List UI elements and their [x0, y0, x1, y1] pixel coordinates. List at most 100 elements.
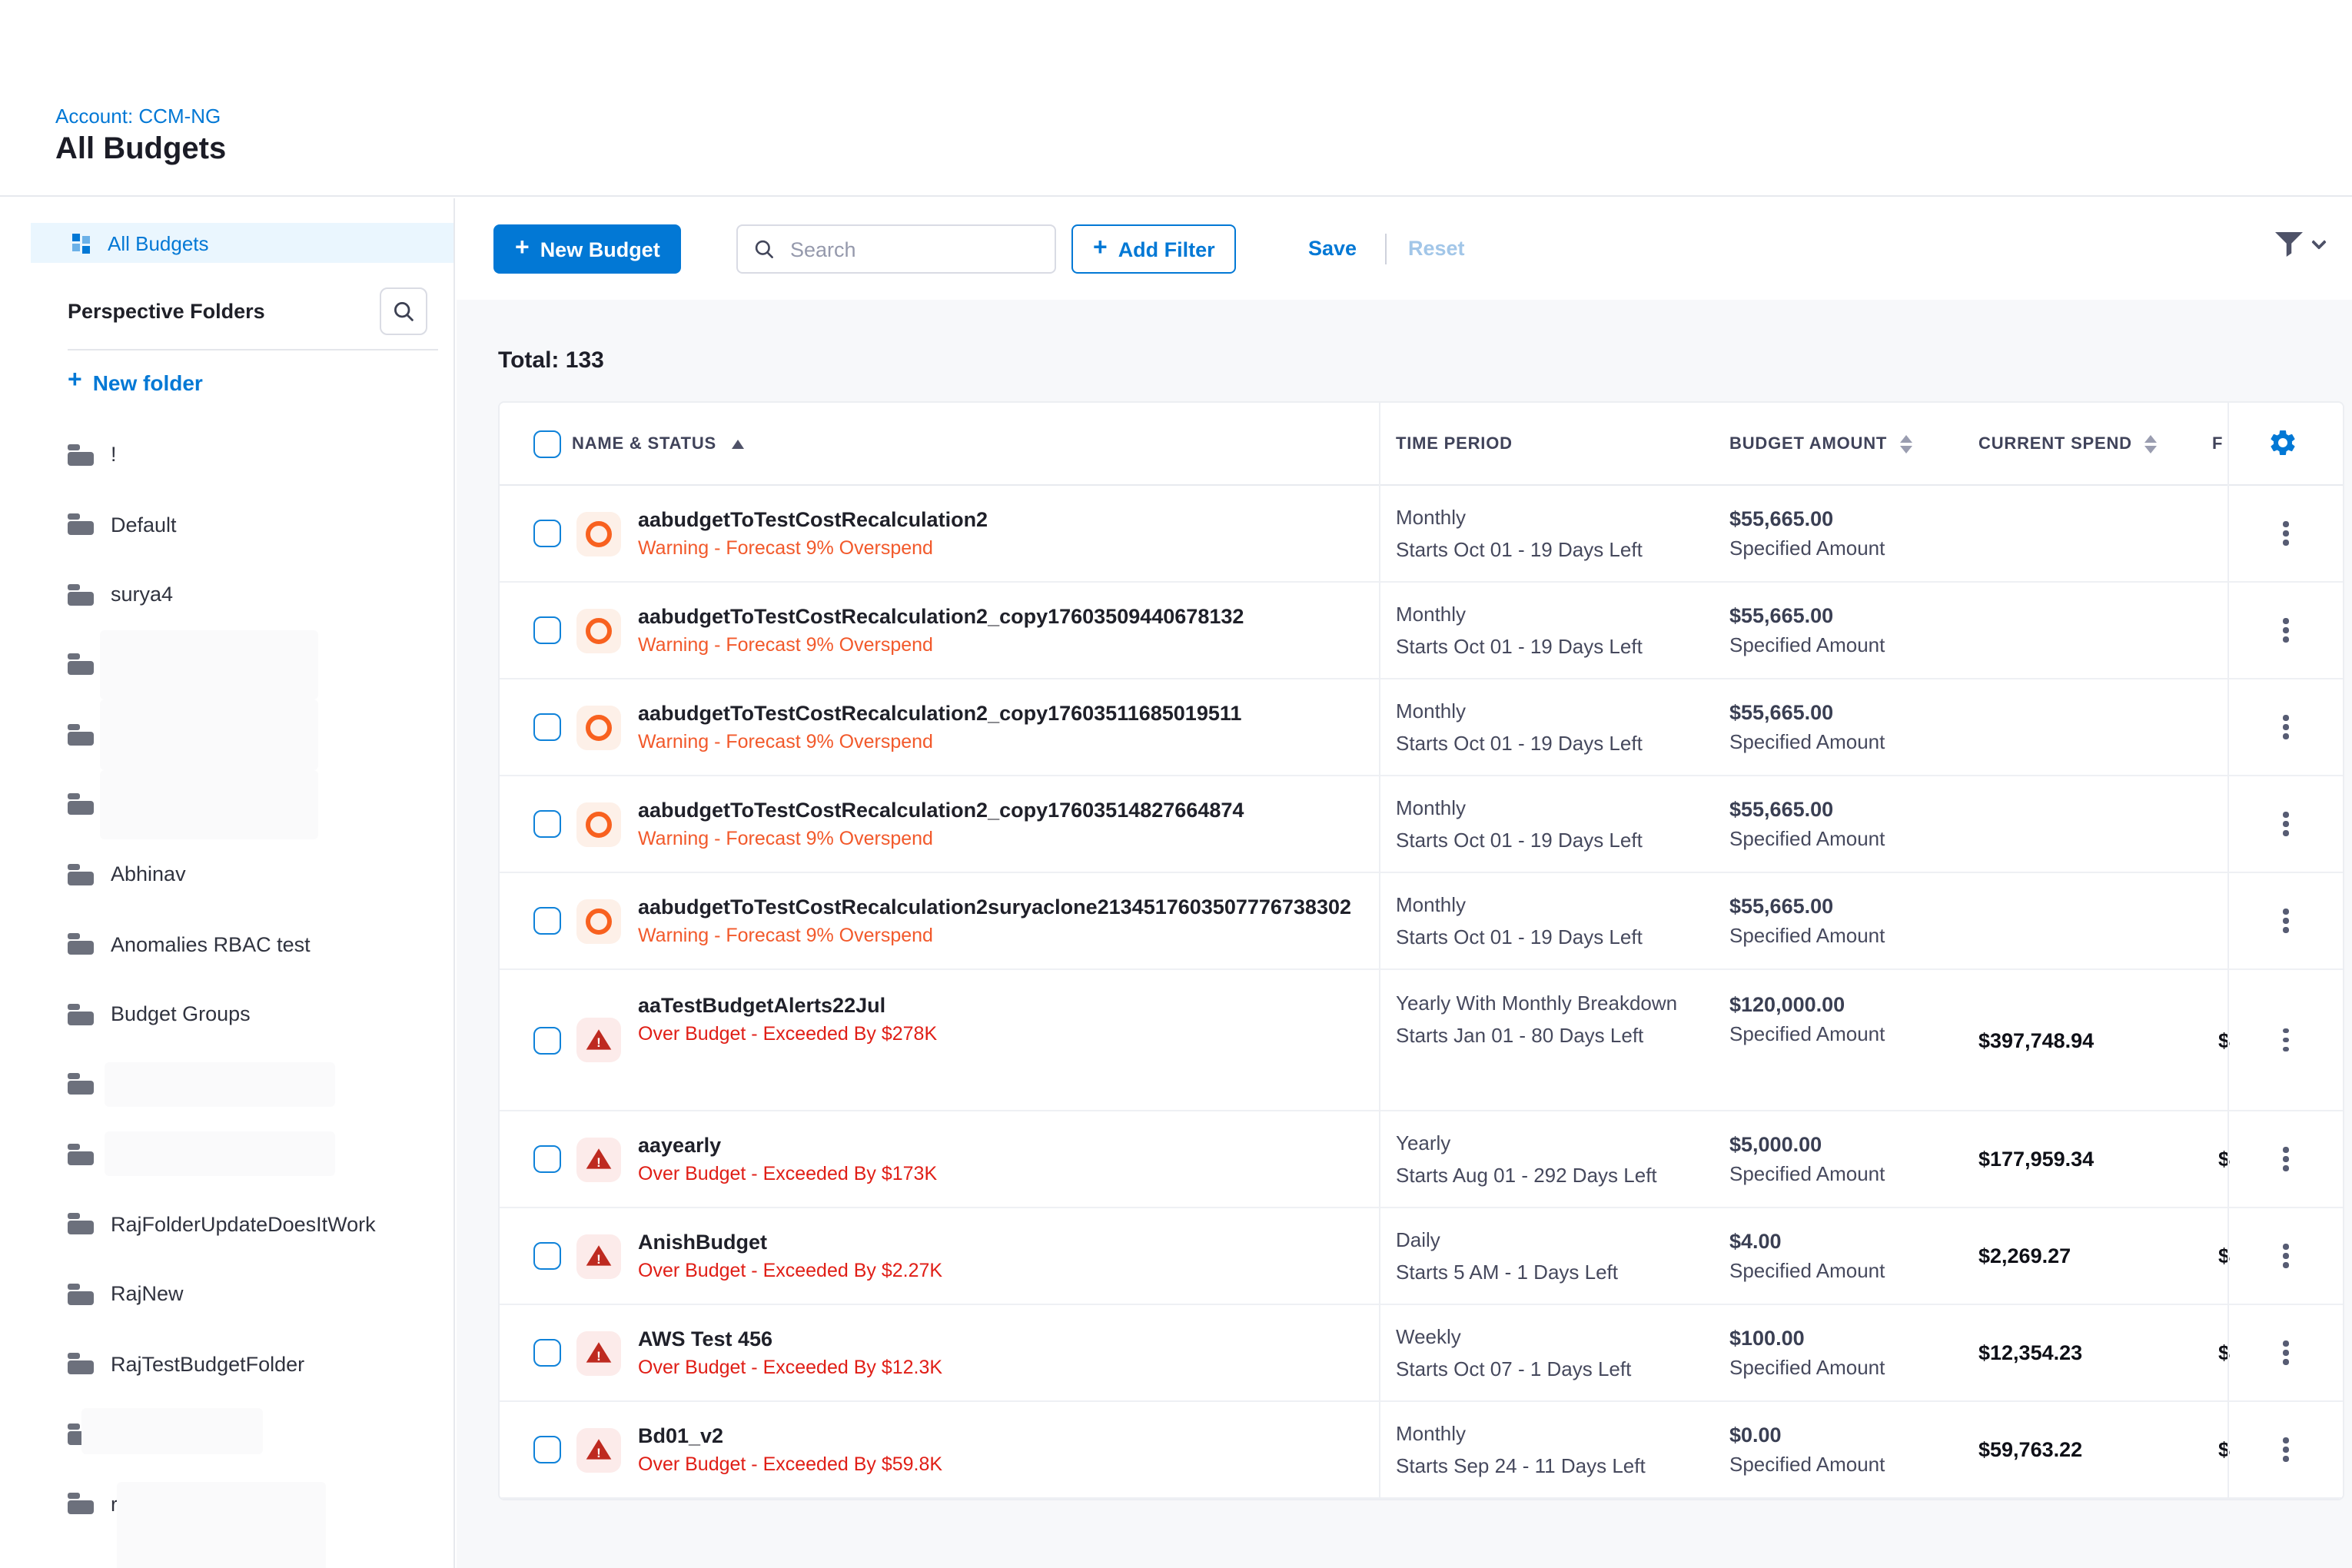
budget-status-text: Over Budget - Exceeded By $59.8K: [638, 1453, 942, 1475]
sidebar-folder-item[interactable]: RajFolderUpdateDoesItWork: [0, 1189, 452, 1259]
budget-status-text: Over Budget - Exceeded By $2.27K: [638, 1260, 942, 1281]
sidebar-folder-item[interactable]: [0, 769, 452, 839]
sidebar-folder-item[interactable]: [0, 1119, 452, 1189]
forecast-cell-clipped: $: [2218, 1148, 2232, 1171]
budget-row[interactable]: ! Bd01_v2 Over Budget - Exceeded By $59.…: [500, 1402, 2343, 1499]
budget-name: aaTestBudgetAlerts22Jul: [638, 993, 937, 1016]
row-checkbox[interactable]: [533, 1145, 561, 1173]
time-period-cell: Monthly Starts Oct 01 - 19 Days Left: [1396, 792, 1643, 856]
save-link[interactable]: Save: [1308, 224, 1357, 274]
search-input[interactable]: [787, 236, 1055, 262]
row-checkbox[interactable]: [533, 810, 561, 838]
budget-amount-cell: $4.00 Specified Amount: [1729, 1230, 1885, 1282]
budget-row[interactable]: ! aabudgetToTestCostRecalculation2suryac…: [500, 873, 2343, 970]
sidebar-folder-item[interactable]: Default: [0, 490, 452, 560]
sidebar-folder-item[interactable]: !: [0, 420, 452, 490]
budget-type: Specified Amount: [1729, 633, 1885, 656]
row-menu-button[interactable]: [2274, 1433, 2298, 1467]
account-breadcrumb-link[interactable]: Account: CCM-NG: [55, 105, 221, 128]
period-type: Yearly: [1396, 1127, 1657, 1159]
budget-type: Specified Amount: [1729, 827, 1885, 850]
time-period-cell: Monthly Starts Oct 01 - 19 Days Left: [1396, 889, 1643, 953]
budget-row[interactable]: ! aabudgetToTestCostRecalculation2 Warni…: [500, 486, 2343, 583]
sidebar-folder-item[interactable]: [0, 1049, 452, 1119]
folder-icon: [68, 1284, 94, 1305]
content-area: Total: 133 NAME & STATUS TIME PERIOD BUD…: [457, 300, 2352, 1568]
budget-row[interactable]: ! aabudgetToTestCostRecalculation2_copy1…: [500, 679, 2343, 776]
budget-status-text: Over Budget - Exceeded By $173K: [638, 1163, 937, 1184]
row-checkbox[interactable]: [533, 713, 561, 741]
sidebar-folder-item[interactable]: [0, 699, 452, 769]
row-menu-button[interactable]: [2274, 517, 2298, 550]
select-all-checkbox[interactable]: [533, 430, 561, 458]
row-checkbox[interactable]: [533, 1436, 561, 1463]
row-menu-button[interactable]: [2274, 904, 2298, 938]
budget-name-cell: aabudgetToTestCostRecalculation2suryaclo…: [638, 895, 1351, 946]
budget-type: Specified Amount: [1729, 1453, 1885, 1476]
row-checkbox[interactable]: [533, 1026, 561, 1054]
budget-row[interactable]: ! aabudgetToTestCostRecalculation2_copy1…: [500, 776, 2343, 873]
budget-row[interactable]: ! AWS Test 456 Over Budget - Exceeded By…: [500, 1305, 2343, 1402]
time-period-cell: Yearly Starts Aug 01 - 292 Days Left: [1396, 1127, 1657, 1191]
row-menu-button[interactable]: [2274, 710, 2298, 744]
folder-icon: [68, 514, 94, 536]
sidebar-folder-item[interactable]: [0, 630, 452, 699]
add-filter-button[interactable]: + Add Filter: [1071, 224, 1237, 274]
row-menu-button[interactable]: [2274, 1023, 2298, 1057]
period-detail: Starts Oct 01 - 19 Days Left: [1396, 630, 1643, 663]
perspective-folders-heading: Perspective Folders: [68, 300, 265, 323]
row-menu-button[interactable]: [2274, 1239, 2298, 1273]
column-settings-button[interactable]: [2267, 427, 2301, 461]
folder-icon: [68, 864, 94, 885]
sidebar-folder-item[interactable]: Abhinav: [0, 839, 452, 909]
row-checkbox[interactable]: [533, 520, 561, 547]
column-header-name-status[interactable]: NAME & STATUS: [572, 403, 744, 486]
reset-link[interactable]: Reset: [1408, 224, 1465, 274]
budget-row[interactable]: ! AnishBudget Over Budget - Exceeded By …: [500, 1208, 2343, 1305]
budget-status-icon: !: [576, 899, 621, 943]
folder-icon: [68, 584, 94, 606]
budget-row[interactable]: ! aaTestBudgetAlerts22Jul Over Budget - …: [500, 970, 2343, 1111]
sidebar-folder-item[interactable]: [0, 1399, 452, 1469]
filter-menu-button[interactable]: [2275, 232, 2324, 257]
sidebar-folder-item[interactable]: surya4: [0, 560, 452, 630]
row-checkbox[interactable]: [533, 907, 561, 935]
budget-name-cell: aabudgetToTestCostRecalculation2 Warning…: [638, 508, 988, 559]
sidebar-folder-item[interactable]: Budget Groups: [0, 979, 452, 1049]
plus-icon: +: [68, 367, 82, 395]
budget-amount-cell: $55,665.00 Specified Amount: [1729, 604, 1885, 656]
row-menu-button[interactable]: [2274, 807, 2298, 841]
row-menu-button[interactable]: [2274, 613, 2298, 647]
period-type: Monthly: [1396, 889, 1643, 921]
row-checkbox[interactable]: [533, 1339, 561, 1367]
row-checkbox[interactable]: [533, 1242, 561, 1270]
budget-amount-cell: $120,000.00 Specified Amount: [1729, 992, 1885, 1045]
budget-name-cell: Bd01_v2 Over Budget - Exceeded By $59.8K: [638, 1424, 942, 1475]
new-folder-button[interactable]: + New folder: [68, 369, 203, 395]
period-detail: Starts Jan 01 - 80 Days Left: [1396, 1018, 1677, 1051]
row-checkbox[interactable]: [533, 616, 561, 644]
row-menu-button[interactable]: [2274, 1142, 2298, 1176]
warning-icon: [586, 908, 612, 934]
period-detail: Starts Sep 24 - 11 Days Left: [1396, 1450, 1646, 1482]
sidebar-folder-item[interactable]: r: [0, 1469, 452, 1539]
budget-row[interactable]: ! aabudgetToTestCostRecalculation2_copy1…: [500, 583, 2343, 679]
time-period-cell: Monthly Starts Oct 01 - 19 Days Left: [1396, 695, 1643, 759]
column-header-budget-amount[interactable]: BUDGET AMOUNT: [1729, 403, 1912, 486]
row-menu-button[interactable]: [2274, 1336, 2298, 1370]
sidebar-folder-item[interactable]: Anomalies RBAC test: [0, 909, 452, 979]
budget-status-icon: !: [576, 1018, 621, 1062]
sidebar-item-all-budgets[interactable]: All Budgets: [31, 223, 453, 263]
sidebar-folder-item[interactable]: RajNew: [0, 1259, 452, 1329]
folder-search-button[interactable]: [380, 287, 427, 335]
new-budget-button[interactable]: + New Budget: [493, 224, 682, 274]
folder-icon: [68, 724, 94, 746]
forecast-cell-clipped: $: [2218, 1341, 2232, 1364]
sidebar-folder-item[interactable]: RajTestBudgetFolder: [0, 1329, 452, 1399]
budget-row[interactable]: ! aayearly Over Budget - Exceeded By $17…: [500, 1111, 2343, 1208]
budget-amount-cell: $55,665.00 Specified Amount: [1729, 798, 1885, 850]
column-header-time-period[interactable]: TIME PERIOD: [1396, 403, 1513, 486]
folder-icon: [68, 934, 94, 955]
column-header-current-spend[interactable]: CURRENT SPEND: [1978, 403, 2157, 486]
chevron-down-icon: [2311, 234, 2327, 250]
